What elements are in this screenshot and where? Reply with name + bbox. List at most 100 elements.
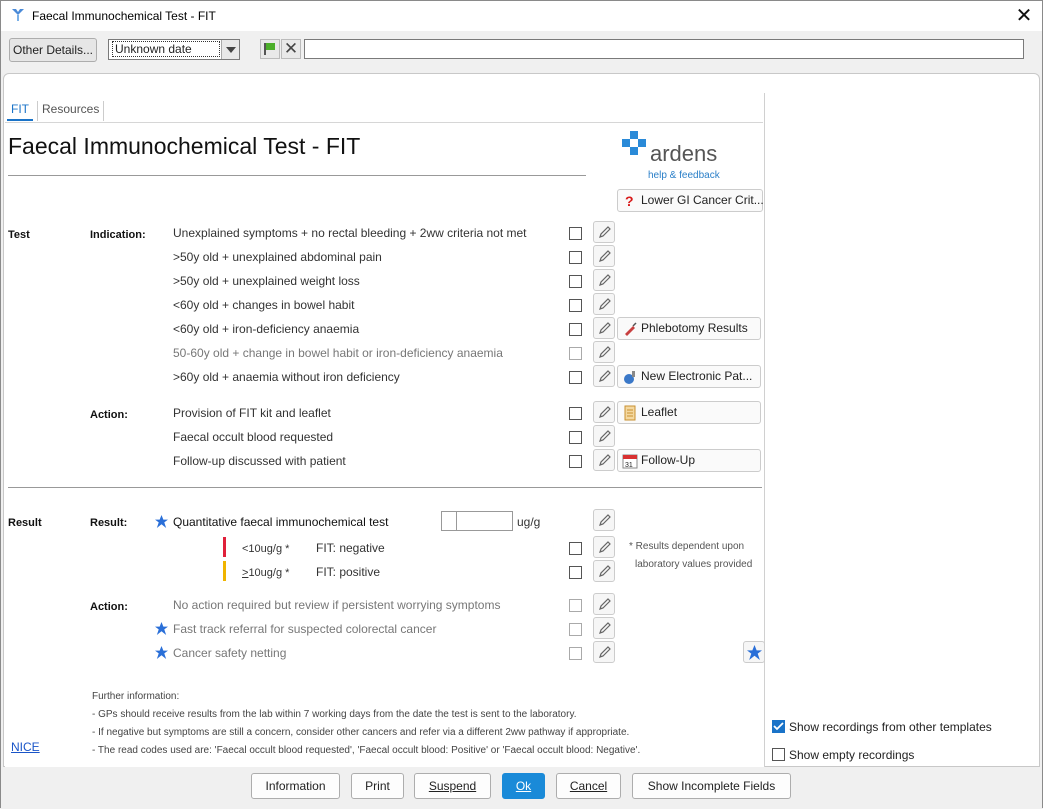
quantitative-fit-input[interactable]: [441, 511, 513, 531]
indication-checkbox[interactable]: [569, 371, 582, 384]
fit-positive-checkbox[interactable]: [569, 566, 582, 579]
quantitative-fit-label: Quantitative faecal immunochemical test: [173, 515, 389, 529]
positive-indicator-bar: [223, 561, 226, 581]
leaflet-button[interactable]: Leaflet: [617, 401, 761, 424]
nice-link[interactable]: NICE: [11, 740, 40, 754]
other-details-button[interactable]: Other Details...: [9, 38, 97, 62]
electronic-label: New Electronic Pat...: [641, 369, 753, 383]
help-icon: ?: [625, 193, 634, 209]
favourite-button[interactable]: [743, 641, 765, 663]
free-text-input[interactable]: [304, 39, 1024, 59]
results-note-line-1: * Results dependent upon: [629, 541, 745, 552]
edit-button[interactable]: [593, 509, 615, 531]
indication-item: <60y old + changes in bowel habit: [173, 298, 355, 312]
indication-checkbox[interactable]: [569, 275, 582, 288]
help-feedback-link[interactable]: help & feedback: [648, 170, 720, 181]
show-incomplete-fields-button[interactable]: Show Incomplete Fields: [632, 773, 791, 799]
further-info-line: - The read codes used are: 'Faecal occul…: [92, 745, 641, 756]
indication-checkbox[interactable]: [569, 323, 582, 336]
calendar-icon: 31: [622, 454, 638, 469]
pencil-icon: [599, 622, 611, 634]
flag-button[interactable]: [260, 39, 280, 59]
fit-negative-checkbox[interactable]: [569, 542, 582, 555]
section-test: Test: [8, 229, 30, 241]
pencil-icon: [599, 274, 611, 286]
criteria-label: Lower GI Cancer Crit...: [641, 193, 764, 207]
fit-positive-label: FIT: positive: [316, 565, 381, 579]
edit-button[interactable]: [593, 401, 615, 423]
positive-range: >10ug/g *: [242, 567, 289, 579]
leaflet-label: Leaflet: [641, 405, 678, 419]
indication-item: <60y old + iron-deficiency anaemia: [173, 322, 360, 336]
suspend-button[interactable]: Suspend: [414, 773, 491, 799]
pencil-icon: [599, 598, 611, 610]
negative-range: <10ug/g *: [242, 543, 290, 555]
date-dropdown[interactable]: Unknown date: [108, 39, 240, 60]
fit-negative-label: FIT: negative: [316, 541, 385, 555]
indication-label: Indication:: [90, 229, 146, 241]
phlebotomy-label: Phlebotomy Results: [641, 321, 748, 335]
tab-resources[interactable]: Resources: [37, 101, 105, 121]
edit-button[interactable]: [593, 536, 615, 558]
clear-icon[interactable]: ✕: [281, 39, 301, 59]
edit-button[interactable]: [593, 593, 615, 615]
action-item: Provision of FIT kit and leaflet: [173, 406, 331, 420]
indication-item: >60y old + anaemia without iron deficien…: [173, 370, 400, 384]
result-action-item: Cancer safety netting: [173, 646, 287, 660]
print-button[interactable]: Print: [351, 773, 404, 799]
information-button[interactable]: Information: [251, 773, 340, 799]
pencil-icon: [599, 454, 611, 466]
edit-button[interactable]: [593, 293, 615, 315]
star-icon: [155, 515, 168, 528]
follow-up-button[interactable]: 31 Follow-Up: [617, 449, 761, 472]
date-value: Unknown date: [112, 41, 220, 57]
document-icon: [624, 405, 636, 421]
indication-checkbox[interactable]: [569, 299, 582, 312]
flask-icon: [624, 371, 635, 384]
result-action-checkbox[interactable]: [569, 599, 582, 612]
cancel-button[interactable]: Cancel: [556, 773, 621, 799]
edit-button[interactable]: [593, 449, 615, 471]
indication-item: Unexplained symptoms + no rectal bleedin…: [173, 226, 527, 240]
phlebotomy-results-button[interactable]: Phlebotomy Results: [617, 317, 761, 340]
action-checkbox[interactable]: [569, 455, 582, 468]
indication-checkbox[interactable]: [569, 347, 582, 360]
show-other-templates-checkbox[interactable]: [772, 720, 785, 733]
unit-label: ug/g: [517, 515, 541, 529]
chevron-down-icon[interactable]: [221, 40, 239, 59]
syringe-icon: [625, 322, 637, 336]
result-action-checkbox[interactable]: [569, 623, 582, 636]
further-info-line: - GPs should receive results from the la…: [92, 709, 577, 720]
follow-up-label: Follow-Up: [641, 453, 696, 467]
edit-button[interactable]: [593, 341, 615, 363]
indication-item: 50-60y old + change in bowel habit or ir…: [173, 346, 503, 360]
edit-button[interactable]: [593, 617, 615, 639]
pencil-icon: [599, 541, 611, 553]
check-icon: [773, 722, 784, 731]
indication-checkbox[interactable]: [569, 251, 582, 264]
electronic-pathology-button[interactable]: New Electronic Pat...: [617, 365, 761, 388]
close-icon[interactable]: ✕: [1009, 3, 1039, 29]
edit-button[interactable]: [593, 365, 615, 387]
result-action-checkbox[interactable]: [569, 647, 582, 660]
ok-button[interactable]: Ok: [502, 773, 545, 799]
star-icon: [747, 645, 762, 660]
edit-button[interactable]: [593, 425, 615, 447]
edit-button[interactable]: [593, 221, 615, 243]
action-checkbox[interactable]: [569, 431, 582, 444]
pencil-icon: [599, 565, 611, 577]
criteria-button[interactable]: ? Lower GI Cancer Crit...: [617, 189, 764, 212]
show-empty-checkbox[interactable]: [772, 748, 785, 761]
indication-item: >50y old + unexplained weight loss: [173, 274, 360, 288]
edit-button[interactable]: [593, 560, 615, 582]
negative-indicator-bar: [223, 537, 226, 557]
edit-button[interactable]: [593, 269, 615, 291]
edit-button[interactable]: [593, 317, 615, 339]
edit-button[interactable]: [593, 245, 615, 267]
tab-bar: FIT Resources: [5, 93, 763, 123]
edit-button[interactable]: [593, 641, 615, 663]
action-checkbox[interactable]: [569, 407, 582, 420]
tab-fit[interactable]: FIT: [7, 101, 33, 121]
svg-text:?: ?: [625, 193, 634, 209]
indication-checkbox[interactable]: [569, 227, 582, 240]
